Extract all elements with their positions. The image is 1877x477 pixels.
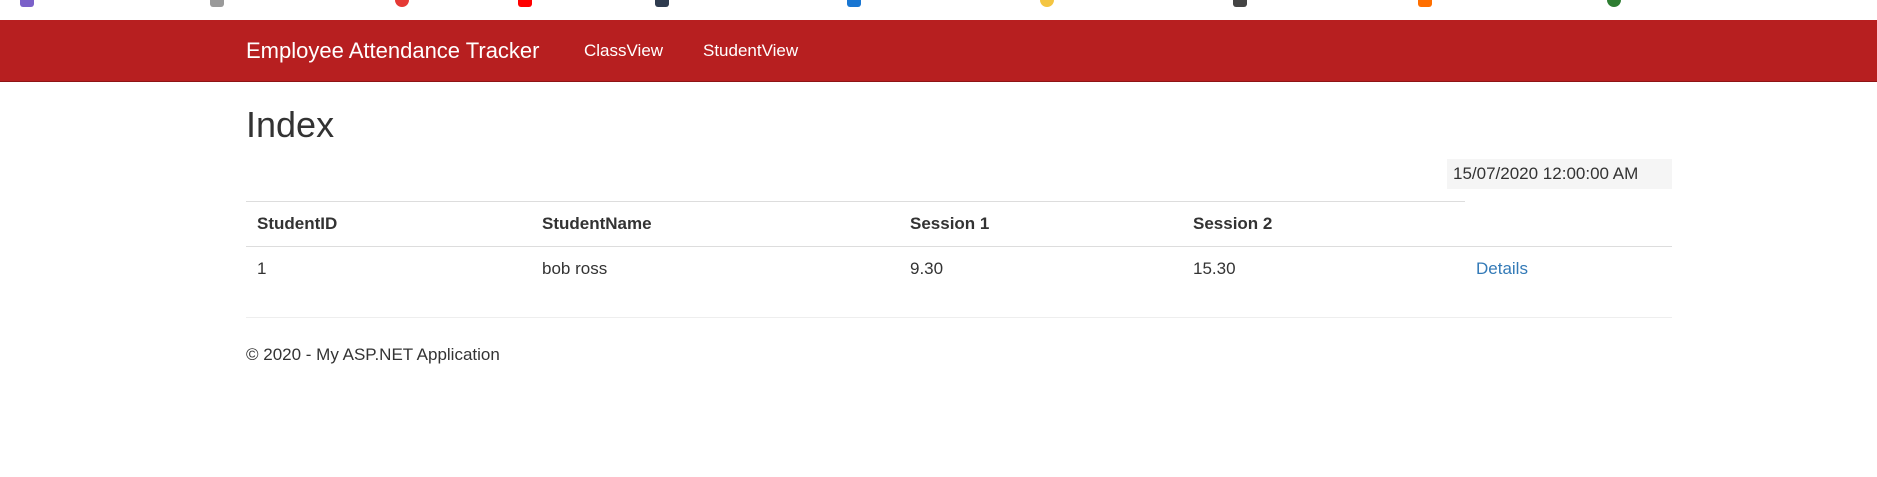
bookmark-item[interactable] [20,0,42,9]
column-header-studentname: StudentName [542,214,652,233]
nav-link-studentview[interactable]: StudentView [703,41,798,61]
bookmark-item[interactable] [1040,0,1062,9]
bookmark-item[interactable] [655,0,677,9]
bookmark-favicon-icon [1418,0,1432,7]
student-table: StudentID StudentName Session 1 Session … [246,201,1672,292]
bookmark-item[interactable] [1418,0,1440,9]
cell-session1: 9.30 [910,259,944,278]
table-top-border [246,201,1465,202]
cell-studentid: 1 [257,259,267,278]
bookmark-item[interactable] [1233,0,1255,9]
details-link[interactable]: Details [1476,259,1528,279]
page-title: Index [246,104,335,145]
cell-session2: 15.30 [1193,259,1236,278]
bookmark-favicon-icon [210,0,224,7]
bookmark-favicon-icon [20,0,34,7]
bookmark-item[interactable] [1607,0,1629,9]
navbar-brand[interactable]: Employee Attendance Tracker [246,38,540,64]
bookmark-item[interactable] [395,0,417,9]
bookmark-favicon-icon [1233,0,1247,7]
bookmark-item[interactable] [210,0,232,9]
bookmark-favicon-icon [1040,0,1054,7]
bookmark-item[interactable] [518,0,540,9]
column-header-session1: Session 1 [910,214,990,233]
nav-link-classview[interactable]: ClassView [584,41,663,61]
bookmark-favicon-icon [1607,0,1621,7]
date-display: 15/07/2020 12:00:00 AM [1447,159,1672,189]
navbar: Employee Attendance Tracker ClassView St… [0,20,1877,82]
footer-copyright: © 2020 - My ASP.NET Application [246,345,500,364]
bookmark-favicon-icon [395,0,409,7]
footer-divider [246,317,1672,318]
column-header-studentid: StudentID [257,214,338,233]
bookmark-item[interactable] [847,0,869,9]
bookmarks-bar [0,0,1877,21]
bookmark-favicon-icon [847,0,861,7]
cell-studentname: bob ross [542,259,608,278]
bookmark-favicon-icon [655,0,669,7]
bookmark-favicon-icon [518,0,532,7]
table-header-border [246,246,1672,247]
column-header-session2: Session 2 [1193,214,1273,233]
